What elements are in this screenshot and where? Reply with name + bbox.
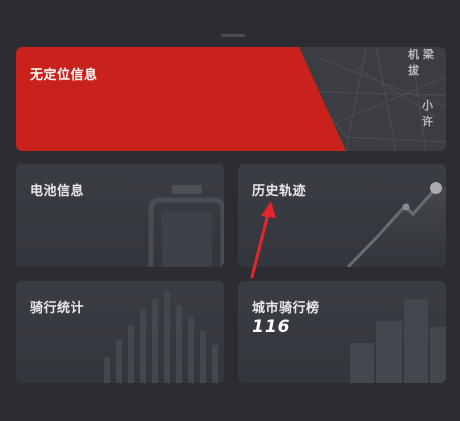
map-place-label: 机 梁 拔 <box>408 48 434 77</box>
map-place-label: 小 许 <box>422 99 433 128</box>
city-ranking-card[interactable]: 城市骑行榜 116 <box>238 281 446 383</box>
battery-info-card[interactable]: 电池信息 <box>16 164 224 267</box>
battery-info-title: 电池信息 <box>30 184 85 199</box>
location-card[interactable]: 无定位信息 机 梁 拔 小 许 <box>16 47 446 151</box>
city-ranking-value: 116 <box>252 317 291 337</box>
drag-handle[interactable] <box>221 34 245 37</box>
location-status-label: 无定位信息 <box>30 68 98 83</box>
no-location-banner <box>16 47 346 151</box>
riding-stats-card[interactable]: 骑行统计 <box>16 281 224 383</box>
history-track-title: 历史轨迹 <box>252 184 307 199</box>
city-ranking-title: 城市骑行榜 <box>252 301 320 316</box>
history-track-card[interactable]: 历史轨迹 <box>238 164 446 267</box>
riding-stats-title: 骑行统计 <box>30 301 85 316</box>
